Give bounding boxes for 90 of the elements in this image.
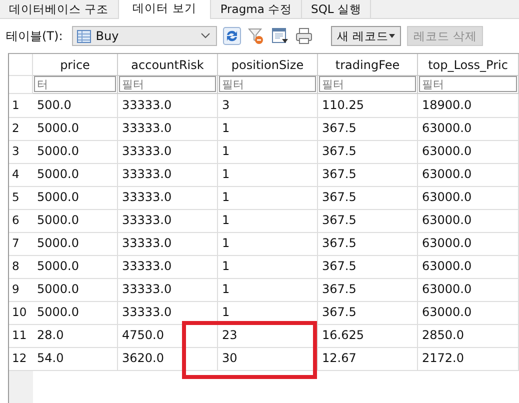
table-cell: 367.5 bbox=[318, 255, 418, 279]
table-cell: 33333.0 bbox=[118, 232, 218, 256]
table-cell: 63000.0 bbox=[418, 186, 519, 210]
print-icon[interactable] bbox=[294, 27, 313, 45]
table-cell: 5000.0 bbox=[33, 117, 118, 141]
filter-field[interactable]: 필터 bbox=[119, 76, 216, 92]
table-cell: 12.67 bbox=[318, 347, 418, 371]
table-cell: 1 bbox=[218, 209, 318, 233]
row-number: 8 bbox=[9, 255, 33, 279]
row-header-cell bbox=[9, 76, 33, 94]
table-cell: 4750.0 bbox=[118, 324, 218, 348]
table-icon bbox=[76, 30, 91, 42]
export-icon[interactable] bbox=[270, 27, 289, 45]
table-cell: 5000.0 bbox=[33, 278, 118, 302]
table-cell: 30 bbox=[218, 347, 318, 371]
table-cell: 1 bbox=[218, 255, 318, 279]
row-number: 4 bbox=[9, 163, 33, 187]
table-select[interactable]: Buy bbox=[72, 26, 217, 46]
table-cell: 63000.0 bbox=[418, 232, 519, 256]
table-cell: 33333.0 bbox=[118, 278, 218, 302]
table-cell: 63000.0 bbox=[418, 301, 519, 325]
table-cell: 110.25 bbox=[318, 94, 418, 118]
table-cell: 3620.0 bbox=[118, 347, 218, 371]
filter-clear-icon[interactable] bbox=[246, 27, 265, 45]
table-cell: 33333.0 bbox=[118, 94, 218, 118]
table-cell: 5000.0 bbox=[33, 232, 118, 256]
table-corner bbox=[9, 54, 33, 76]
row-number: 9 bbox=[9, 278, 33, 302]
table-cell: 63000.0 bbox=[418, 140, 519, 164]
row-number: 2 bbox=[9, 117, 33, 141]
row-number: 11 bbox=[9, 324, 33, 348]
table-cell: 54.0 bbox=[33, 347, 118, 371]
table-cell: 63000.0 bbox=[418, 278, 519, 302]
table-cell: 1 bbox=[218, 140, 318, 164]
table-cell: 367.5 bbox=[318, 163, 418, 187]
tab[interactable]: 데이터 보기 bbox=[118, 0, 212, 19]
table-cell: 1 bbox=[218, 301, 318, 325]
table-cell: 367.5 bbox=[318, 186, 418, 210]
table-cell: 33333.0 bbox=[118, 301, 218, 325]
table-cell: 63000.0 bbox=[418, 117, 519, 141]
table-cell: 367.5 bbox=[318, 232, 418, 256]
table-cell: 33333.0 bbox=[118, 186, 218, 210]
table-cell: 5000.0 bbox=[33, 186, 118, 210]
table-cell: 500.0 bbox=[33, 94, 118, 118]
caret-icon bbox=[389, 34, 396, 38]
table-cell: 33333.0 bbox=[118, 255, 218, 279]
table-cell: 33333.0 bbox=[118, 163, 218, 187]
table-cell: 1 bbox=[218, 186, 318, 210]
row-number: 3 bbox=[9, 140, 33, 164]
table-cell: 5000.0 bbox=[33, 301, 118, 325]
table-cell: 367.5 bbox=[318, 140, 418, 164]
table-cell: 2172.0 bbox=[418, 347, 519, 371]
table-cell: 18900.0 bbox=[418, 94, 519, 118]
table-cell: 367.5 bbox=[318, 209, 418, 233]
table-cell: 33333.0 bbox=[118, 117, 218, 141]
table-label: 테이블(T): bbox=[6, 28, 63, 44]
table-cell: 3 bbox=[218, 94, 318, 118]
refresh-icon[interactable] bbox=[222, 27, 241, 45]
row-header-background bbox=[9, 370, 33, 403]
table-cell: 16.625 bbox=[318, 324, 418, 348]
table-cell: 28.0 bbox=[33, 324, 118, 348]
table-cell: 367.5 bbox=[318, 301, 418, 325]
table-cell: 33333.0 bbox=[118, 209, 218, 233]
table-cell: 23 bbox=[218, 324, 318, 348]
row-number: 7 bbox=[9, 232, 33, 256]
table-cell: 1 bbox=[218, 117, 318, 141]
filter-field[interactable]: 필터 bbox=[419, 76, 517, 92]
table-cell: 2850.0 bbox=[418, 324, 519, 348]
table-cell: 1 bbox=[218, 278, 318, 302]
row-number: 6 bbox=[9, 209, 33, 233]
table-cell: 1 bbox=[218, 232, 318, 256]
table-cell: 5000.0 bbox=[33, 140, 118, 164]
table-cell: 367.5 bbox=[318, 117, 418, 141]
table-cell: 367.5 bbox=[318, 278, 418, 302]
table-cell: 63000.0 bbox=[418, 163, 519, 187]
table-cell: 5000.0 bbox=[33, 255, 118, 279]
row-number: 5 bbox=[9, 186, 33, 210]
table-cell: 63000.0 bbox=[418, 255, 519, 279]
table-cell: 5000.0 bbox=[33, 163, 118, 187]
row-number: 1 bbox=[9, 94, 33, 118]
filter-field[interactable]: 필터 bbox=[319, 76, 416, 92]
table-cell: 33333.0 bbox=[118, 140, 218, 164]
table-cell: 1 bbox=[218, 163, 318, 187]
chevron-icon bbox=[200, 33, 210, 39]
filter-field[interactable]: 필터 bbox=[219, 76, 316, 92]
filter-field[interactable]: 터 bbox=[34, 76, 116, 92]
table-cell: 63000.0 bbox=[418, 209, 519, 233]
row-number: 10 bbox=[9, 301, 33, 325]
table-cell: 5000.0 bbox=[33, 209, 118, 233]
new-record-button[interactable]: 새 레코드 bbox=[330, 26, 402, 46]
